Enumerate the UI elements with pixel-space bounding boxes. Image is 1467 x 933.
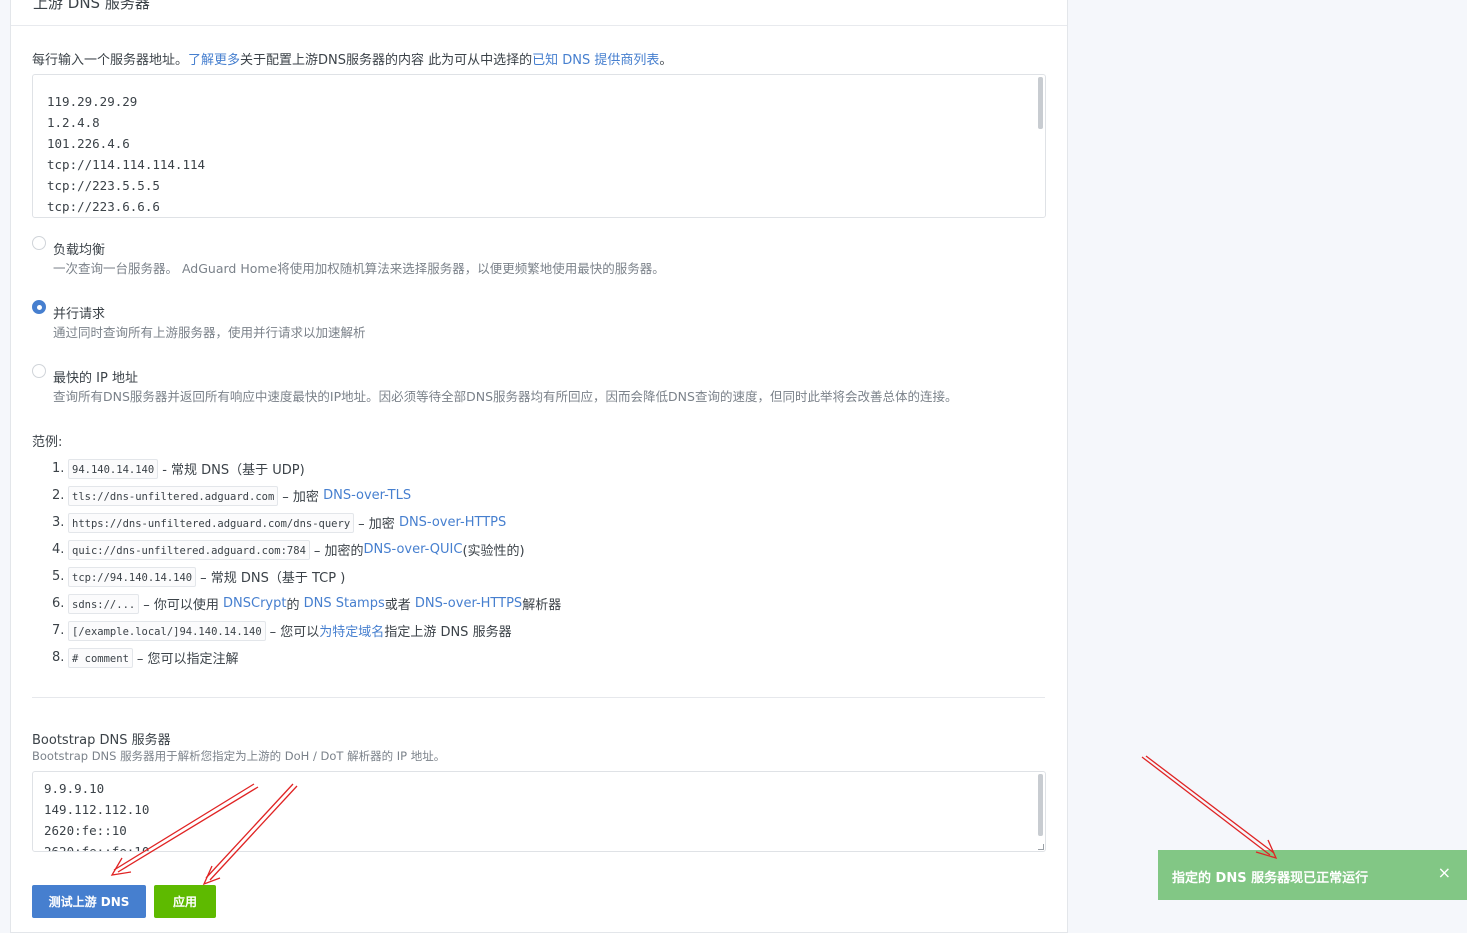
mode-title: 最快的 IP 地址	[53, 371, 138, 386]
section-divider	[32, 697, 1045, 698]
example-code: [/example.local/]94.140.14.140	[68, 620, 266, 641]
example-code: tls://dns-unfiltered.adguard.com	[68, 485, 279, 506]
mode-desc: 查询所有DNS服务器并返回所有响应中速度最快的IP地址。因必须等待全部DNS服务…	[53, 389, 958, 404]
server-line: tcp://223.5.5.5	[47, 178, 160, 193]
annotation-arrow-3	[1141, 755, 1278, 860]
dns-stamps-link[interactable]: DNS Stamps	[304, 596, 385, 611]
example-code: quic://dns-unfiltered.adguard.com:784	[68, 539, 310, 560]
list-item: 5. tcp://94.140.14.140 – 常规 DNS（基于 TCP )	[52, 563, 561, 590]
server-line: 1.2.4.8	[47, 115, 100, 130]
example-code: https://dns-unfiltered.adguard.com/dns-q…	[68, 512, 355, 533]
card-header: 上游 DNS 服务器	[11, 0, 1067, 26]
list-item: 6. sdns://... – 你可以使用 DNSCrypt 的 DNS Sta…	[52, 590, 561, 617]
server-line: tcp://114.114.114.114	[47, 157, 206, 172]
dns-providers-link[interactable]: 已知 DNS 提供商列表	[532, 53, 659, 68]
radio-fastest-ip[interactable]	[32, 364, 46, 378]
card-title: 上游 DNS 服务器	[33, 0, 150, 12]
bootstrap-desc: Bootstrap DNS 服务器用于解析您指定为上游的 DoH / DoT 解…	[32, 749, 446, 763]
example-code: tcp://94.140.14.140	[68, 566, 197, 587]
mode-desc: 一次查询一台服务器。 AdGuard Home将使用加权随机算法来选择服务器，以…	[53, 261, 665, 276]
radio-parallel[interactable]	[32, 300, 46, 314]
dns-over-https-link[interactable]: DNS-over-HTTPS	[399, 515, 506, 530]
mode-title: 负载均衡	[53, 243, 106, 258]
list-item: 4. quic://dns-unfiltered.adguard.com:784…	[52, 536, 561, 563]
server-line: tcp://223.6.6.6	[47, 199, 160, 214]
example-code: # comment	[68, 647, 133, 668]
list-item: 3. https://dns-unfiltered.adguard.com/dn…	[52, 509, 561, 536]
dns-over-tls-link[interactable]: DNS-over-TLS	[323, 488, 411, 503]
radio-load-balance[interactable]	[32, 236, 46, 250]
server-line: 2620:fe::fe:10	[44, 844, 150, 852]
specific-domain-link[interactable]: 为特定域名	[319, 621, 384, 640]
dns-over-quic-link[interactable]: DNS-over-QUIC	[364, 542, 463, 557]
examples-list: 1. 94.140.14.140 - 常规 DNS（基于 UDP) 2. tls…	[52, 455, 561, 671]
server-line: 149.112.112.10	[44, 802, 150, 817]
dns-over-https-link-2[interactable]: DNS-over-HTTPS	[415, 596, 522, 611]
success-toast: 指定的 DNS 服务器现已正常运行 ×	[1158, 850, 1467, 900]
bootstrap-title: Bootstrap DNS 服务器	[32, 733, 171, 748]
toast-message: 指定的 DNS 服务器现已正常运行	[1172, 871, 1369, 886]
list-item: 7. [/example.local/]94.140.14.140 – 您可以为…	[52, 617, 561, 644]
server-line: 119.29.29.29	[47, 94, 138, 109]
textarea-scrollbar[interactable]	[1038, 774, 1043, 836]
list-item: 8. # comment – 您可以指定注解	[52, 644, 561, 671]
example-code: sdns://...	[68, 593, 140, 614]
close-icon[interactable]: ×	[1438, 863, 1451, 882]
server-line: 9.9.9.10	[44, 781, 105, 796]
bootstrap-servers-textarea[interactable]: 9.9.9.10 149.112.112.10 2620:fe::10 2620…	[32, 771, 1046, 852]
list-item: 2. tls://dns-unfiltered.adguard.com – 加密…	[52, 482, 561, 509]
examples-label: 范例:	[32, 435, 63, 450]
mode-desc: 通过同时查询所有上游服务器，使用并行请求以加速解析	[53, 325, 366, 340]
learn-more-link[interactable]: 了解更多	[188, 53, 240, 68]
apply-button[interactable]: 应用	[154, 885, 216, 918]
resize-handle-icon[interactable]	[1038, 844, 1044, 850]
upstream-description: 每行输入一个服务器地址。了解更多关于配置上游DNS服务器的内容 此为可从中选择的…	[32, 53, 673, 68]
example-code: 94.140.14.140	[68, 458, 159, 479]
mode-title: 并行请求	[53, 307, 106, 322]
upstream-servers-textarea[interactable]: 119.29.29.29 1.2.4.8 101.226.4.6 tcp://1…	[32, 74, 1046, 218]
server-line: 101.226.4.6	[47, 136, 130, 151]
server-line: 2620:fe::10	[44, 823, 127, 838]
textarea-scrollbar[interactable]	[1038, 77, 1043, 129]
dnscrypt-link[interactable]: DNSCrypt	[223, 596, 286, 611]
test-upstream-button[interactable]: 测试上游 DNS	[32, 885, 146, 918]
list-item: 1. 94.140.14.140 - 常规 DNS（基于 UDP)	[52, 455, 561, 482]
